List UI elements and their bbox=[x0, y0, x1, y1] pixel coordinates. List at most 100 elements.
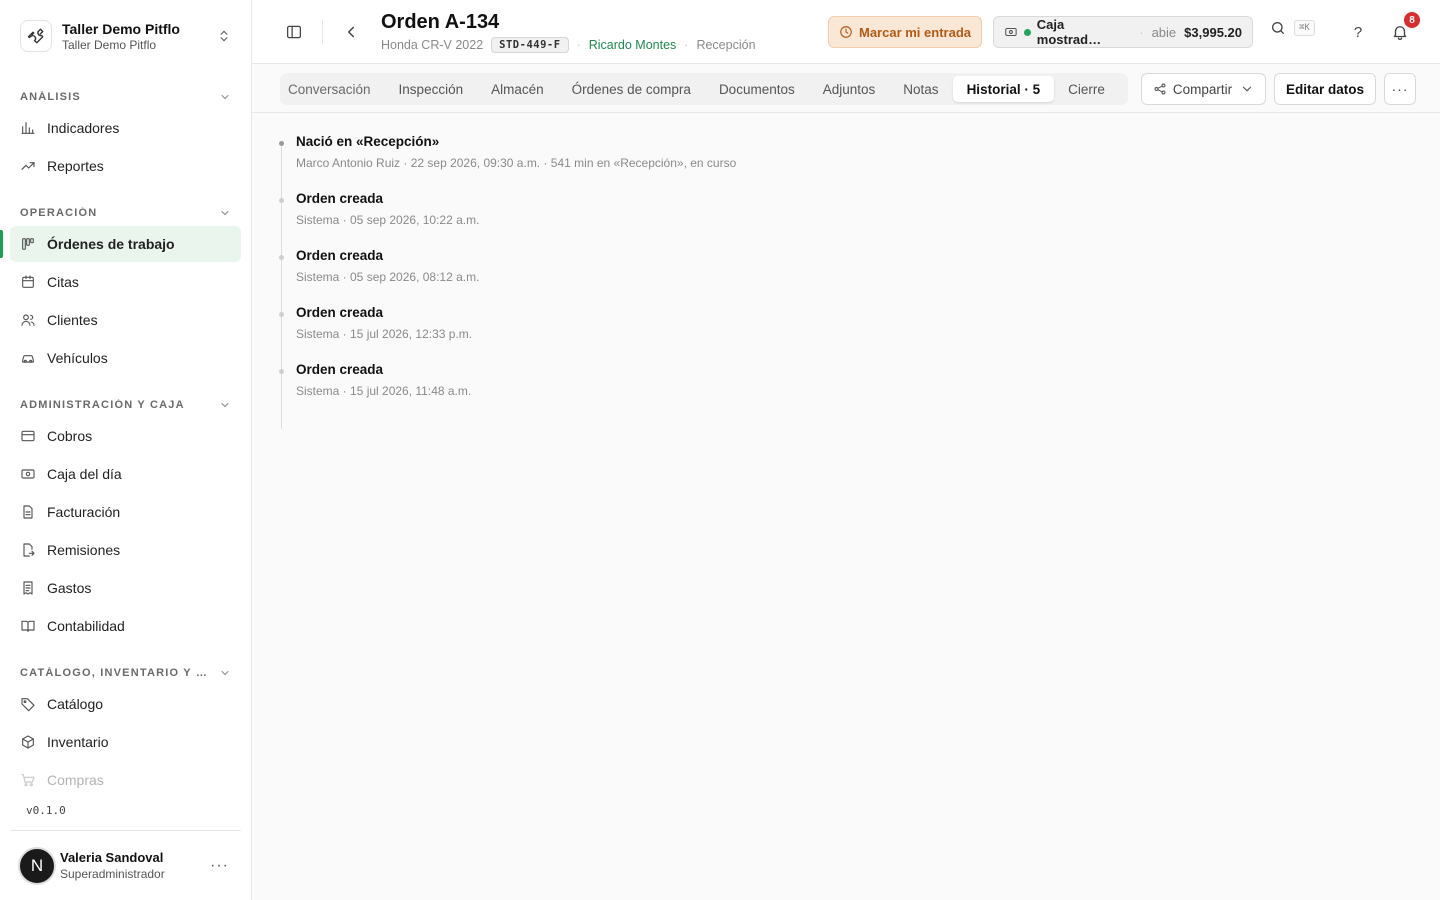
section-header[interactable]: ANÁLISIS bbox=[0, 86, 251, 108]
sidebar-item-label: Órdenes de trabajo bbox=[47, 236, 175, 252]
sidebar-item-label: Reportes bbox=[47, 158, 104, 174]
sidebar-item[interactable]: Inventario bbox=[10, 724, 241, 760]
help-icon[interactable]: ? bbox=[1344, 18, 1372, 46]
section-title: ADMINISTRACIÓN Y CAJA bbox=[20, 399, 185, 411]
sidebar-section: OPERACIÓN Órdenes de trabajo Citas Clientes… bbox=[0, 202, 251, 376]
cash-icon bbox=[21, 469, 35, 479]
client-link[interactable]: Ricardo Montes bbox=[589, 38, 677, 52]
sidebar-item[interactable]: Compras bbox=[10, 762, 241, 798]
sidebar-item[interactable]: Remisiones bbox=[10, 532, 241, 568]
cash-register-button[interactable]: Caja mostrad… · abie $3,995.20 bbox=[993, 16, 1253, 48]
sidebar-item[interactable]: Cobros bbox=[10, 418, 241, 454]
more-horizontal-icon[interactable]: ··· bbox=[206, 857, 233, 875]
tab[interactable]: Historial · 5 bbox=[952, 76, 1055, 102]
section-header[interactable]: ADMINISTRACIÓN Y CAJA bbox=[0, 394, 251, 416]
sidebar-item[interactable]: Caja del día bbox=[10, 456, 241, 492]
history-entry-title: Orden creada bbox=[296, 305, 384, 320]
user-menu[interactable]: N Valeria Sandoval Superadministrador ··… bbox=[10, 830, 241, 900]
sidebar-item-label: Remisiones bbox=[47, 542, 121, 558]
credit-card-icon bbox=[21, 430, 35, 442]
sidebar-item-label: Vehículos bbox=[47, 350, 108, 366]
tab[interactable]: Documentos bbox=[705, 76, 809, 102]
more-options-button[interactable]: ··· bbox=[1384, 73, 1416, 105]
box-icon bbox=[22, 735, 34, 749]
share-button[interactable]: Compartir bbox=[1141, 73, 1266, 105]
check-in-button[interactable]: Marcar mi entrada bbox=[828, 16, 982, 48]
receipt-icon bbox=[23, 581, 33, 595]
history-entry-title: Orden creada bbox=[296, 248, 384, 263]
search-icon bbox=[1272, 22, 1284, 34]
sidebar-item[interactable]: Reportes bbox=[10, 148, 241, 184]
tab[interactable]: Órdenes de compra bbox=[558, 76, 705, 102]
sidebar-item-label: Clientes bbox=[47, 312, 98, 328]
car-icon bbox=[22, 355, 34, 363]
sidebar-item-label: Indicadores bbox=[47, 120, 120, 136]
sidebar-item[interactable]: Vehículos bbox=[10, 340, 241, 376]
tab[interactable]: Cierre bbox=[1054, 76, 1119, 102]
sidebar-item[interactable]: Clientes bbox=[10, 302, 241, 338]
search-button[interactable]: ⌘K bbox=[1270, 20, 1315, 36]
tab[interactable]: Adjuntos bbox=[809, 76, 890, 102]
history-entry-meta: Sistema · 15 jul 2026, 12:33 p.m. bbox=[296, 327, 473, 341]
section-header[interactable]: OPERACIÓN bbox=[0, 202, 251, 224]
workspace-switcher[interactable]: Taller Demo Pitflo Taller Demo Pitflo bbox=[10, 8, 241, 64]
sidebar-toggle-icon[interactable] bbox=[280, 18, 308, 46]
tab[interactable]: Inspección bbox=[385, 76, 478, 102]
cart-icon bbox=[21, 774, 35, 787]
history-entry-title: Nació en «Recepción» bbox=[296, 134, 440, 149]
workspace-subtitle: Taller Demo Pitflo bbox=[62, 37, 157, 52]
sidebar-item[interactable]: Órdenes de trabajo bbox=[10, 226, 241, 262]
history-entry-meta: Sistema · 05 sep 2026, 10:22 a.m. bbox=[296, 213, 480, 227]
tab[interactable]: Notas bbox=[889, 76, 952, 102]
more-horizontal-icon: ··· bbox=[1391, 81, 1409, 97]
history-entry: Orden creada Sistema · 15 jul 2026, 11:48… bbox=[279, 361, 736, 418]
file-export-icon bbox=[23, 543, 35, 557]
history-panel: Nació en «Recepción» Marco Antonio Ruiz ·… bbox=[252, 113, 1440, 900]
check-in-label: Marcar mi entrada bbox=[859, 24, 971, 40]
notifications-button[interactable]: 8 bbox=[1386, 12, 1420, 46]
history-entry-meta: Sistema · 15 jul 2026, 11:48 a.m. bbox=[296, 384, 472, 398]
bar-chart-icon bbox=[21, 122, 35, 134]
order-meta: Honda CR-V 2022 STD-449-F · Ricardo Mont… bbox=[381, 36, 756, 53]
sidebar-item-label: Facturación bbox=[47, 504, 121, 520]
sidebar-item-label: Citas bbox=[47, 274, 79, 290]
kanban-icon bbox=[22, 238, 34, 250]
page-title: Orden A-134 bbox=[381, 10, 500, 33]
sidebar-item[interactable]: Gastos bbox=[10, 570, 241, 606]
timeline-dot bbox=[279, 369, 284, 374]
chevron-down-icon bbox=[1243, 86, 1252, 92]
sidebar-item[interactable]: Contabilidad bbox=[10, 608, 241, 644]
back-arrow-icon[interactable] bbox=[337, 18, 365, 46]
tab[interactable]: Almacén bbox=[477, 76, 558, 102]
plate-badge: STD-449-F bbox=[491, 36, 569, 53]
sidebar-item[interactable]: Citas bbox=[10, 264, 241, 300]
separator-dot: · bbox=[1139, 24, 1144, 40]
stage-label: Recepción bbox=[696, 37, 756, 52]
history-entry-title: Orden creada bbox=[296, 191, 384, 206]
sidebar-item[interactable]: Facturación bbox=[10, 494, 241, 530]
sidebar-section: ANÁLISIS Indicadores Reportes bbox=[0, 86, 251, 184]
section-title: ANÁLISIS bbox=[20, 91, 81, 103]
section-header[interactable]: CATÁLOGO, INVENTARIO Y CO… bbox=[0, 662, 251, 684]
avatar: N bbox=[18, 846, 56, 885]
sidebar-item-label: Catálogo bbox=[47, 696, 104, 712]
status-dot bbox=[1023, 28, 1031, 36]
sidebar-item-label: Compras bbox=[47, 772, 104, 788]
edit-data-button[interactable]: Editar datos bbox=[1274, 73, 1376, 105]
timeline-dot bbox=[279, 255, 284, 260]
history-entry: Orden creada Sistema · 05 sep 2026, 08:12… bbox=[279, 247, 736, 304]
tabs-row: Conversación Inspección Almacén Órdenes de … bbox=[252, 64, 1440, 113]
history-entry-title: Orden creada bbox=[296, 362, 384, 377]
separator-dot: · bbox=[576, 37, 581, 52]
section-title: OPERACIÓN bbox=[20, 207, 98, 219]
tab[interactable]: Conversación bbox=[284, 76, 385, 102]
sidebar-item-label: Contabilidad bbox=[47, 618, 125, 634]
register-name: Caja mostrad… bbox=[1036, 17, 1102, 47]
book-icon bbox=[21, 620, 35, 632]
section-title: CATÁLOGO, INVENTARIO Y CO… bbox=[20, 667, 210, 679]
timeline-dot bbox=[279, 312, 284, 317]
sidebar-item[interactable]: Catálogo bbox=[10, 686, 241, 722]
sidebar-item[interactable]: Indicadores bbox=[10, 110, 241, 146]
divider bbox=[322, 19, 323, 44]
history-entry: Orden creada Sistema · 05 sep 2026, 10:22… bbox=[279, 190, 736, 247]
